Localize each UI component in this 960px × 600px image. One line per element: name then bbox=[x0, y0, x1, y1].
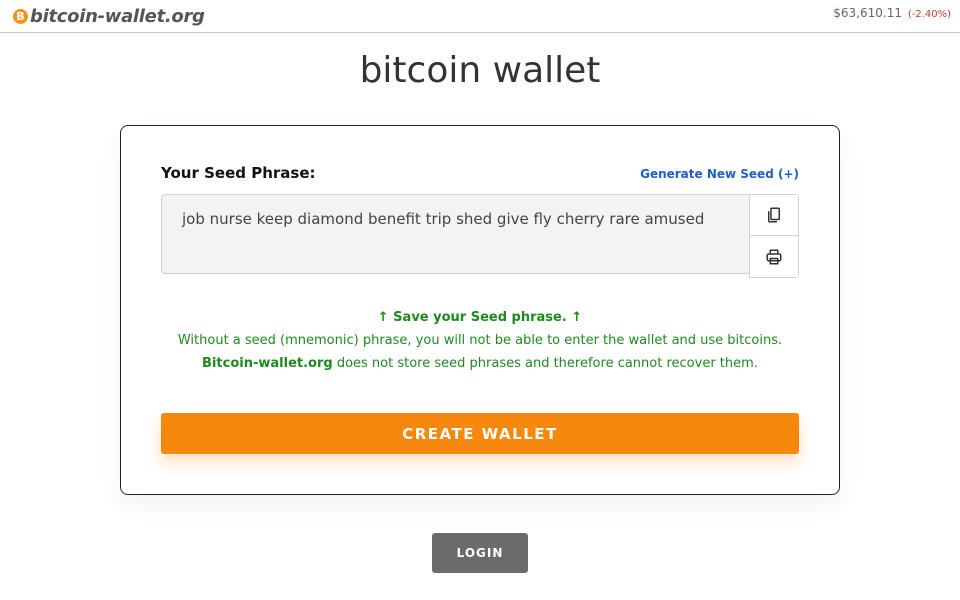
print-seed-button[interactable] bbox=[750, 236, 798, 277]
bitcoin-coin-icon: B bbox=[13, 8, 28, 24]
btc-price-change: (-2.40%) bbox=[907, 9, 951, 20]
notice-title: ↑ Save your Seed phrase. ↑ bbox=[377, 310, 583, 325]
notice-line-2-text: does not store seed phrases and therefor… bbox=[332, 356, 758, 371]
btc-price: $63,610.11 bbox=[833, 6, 902, 20]
save-seed-notice: ↑ Save your Seed phrase. ↑ Without a see… bbox=[121, 306, 839, 375]
seed-phrase-text[interactable]: job nurse keep diamond benefit trip shed… bbox=[182, 205, 742, 233]
logo-text: bitcoin-wallet.org bbox=[30, 5, 205, 27]
generate-new-seed-link[interactable]: Generate New Seed (+) bbox=[640, 167, 799, 181]
printer-icon bbox=[766, 249, 782, 264]
create-wallet-button[interactable]: CREATE WALLET bbox=[161, 413, 799, 454]
notice-line-2: Bitcoin-wallet.org does not store seed p… bbox=[121, 352, 839, 375]
notice-brand: Bitcoin-wallet.org bbox=[202, 356, 333, 371]
site-logo[interactable]: B bitcoin-wallet.org bbox=[13, 4, 205, 28]
top-bar: B bitcoin-wallet.org $63,610.11 (-2.40%) bbox=[0, 0, 960, 33]
seed-actions bbox=[749, 194, 799, 278]
page-title: bitcoin wallet bbox=[359, 50, 601, 91]
btc-price-ticker: $63,610.11 (-2.40%) bbox=[833, 6, 951, 20]
seed-phrase-box[interactable]: job nurse keep diamond benefit trip shed… bbox=[161, 194, 799, 278]
create-wallet-card: Your Seed Phrase: Generate New Seed (+) … bbox=[120, 125, 840, 495]
login-button[interactable]: LOGIN bbox=[432, 533, 528, 573]
notice-line-1: Without a seed (mnemonic) phrase, you wi… bbox=[177, 333, 783, 348]
copy-seed-button[interactable] bbox=[750, 195, 798, 236]
copy-icon bbox=[768, 207, 780, 223]
seed-phrase-label: Your Seed Phrase: bbox=[161, 164, 316, 182]
